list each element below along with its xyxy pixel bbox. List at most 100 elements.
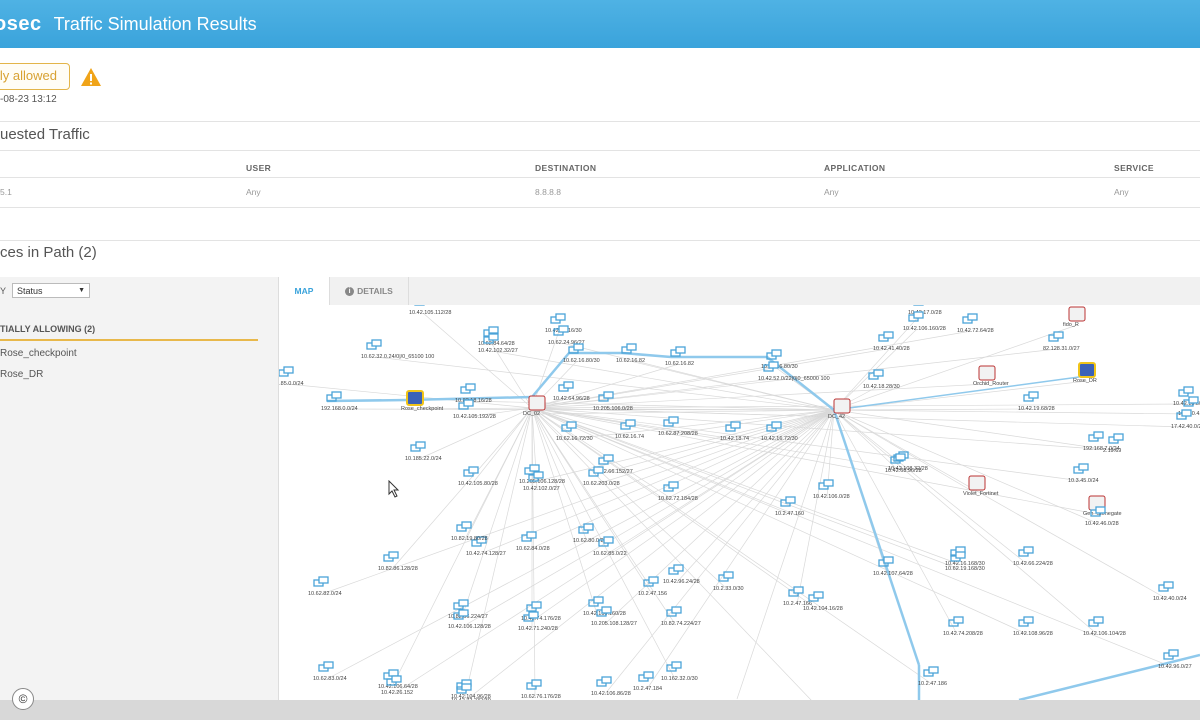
map-node-label: 10.42.106.0/28	[813, 494, 850, 500]
map-node[interactable]: 10.62.16.72/30	[556, 421, 593, 442]
network-map-canvas[interactable]: 10.42.105.112/28 10.42.17.0/2810.42.41.40…	[279, 305, 1200, 700]
warning-icon	[80, 67, 101, 86]
map-node-label: 10.2.47.186	[918, 681, 947, 687]
subnet-icon	[458, 599, 469, 607]
map-link	[833, 409, 1193, 415]
map-node-label: Rose_DR	[1073, 378, 1097, 384]
device-icon[interactable]	[528, 395, 546, 411]
map-node[interactable]: 10.42.106.104/28	[1083, 616, 1126, 637]
map-node[interactable]: Rose_DR	[1073, 362, 1097, 384]
map-node-label: fido_R	[1063, 322, 1079, 328]
tab-map[interactable]: MAP	[279, 277, 330, 305]
timestamp: -08-23 13:12	[0, 94, 57, 105]
brand-logo: osec	[0, 12, 42, 35]
map-node[interactable]: 10.42.19.68/28	[1018, 391, 1055, 412]
map-node[interactable]: 10.42.71.240/28	[518, 611, 558, 632]
map-node[interactable]: 10.42.72.232/30	[451, 683, 491, 700]
device-item-rose-dr[interactable]: Rose_DR	[0, 369, 43, 380]
map-node[interactable]: 10.42.72.64/28	[957, 313, 994, 334]
map-node-label: 10.42.66.224/28	[1013, 561, 1053, 567]
subnet-icon	[388, 669, 399, 677]
subnet-icon	[415, 441, 426, 449]
map-node[interactable]: 10.42.18.28/30	[863, 369, 900, 390]
subnet-icon	[528, 611, 539, 619]
map-node[interactable]: 10.205.108.128/27	[591, 606, 637, 627]
subnet-icon	[671, 661, 682, 669]
map-node-label: 10.82.86.128/28	[378, 566, 418, 572]
map-node[interactable]: 10.42.105.112/28	[409, 305, 451, 316]
map-node-label: 10.42.105.112/28	[409, 310, 451, 316]
map-node[interactable]: 10.185.22.0/24	[405, 441, 442, 462]
subnet-icon	[603, 536, 614, 544]
map-node[interactable]: 10.2.47.184	[633, 671, 662, 692]
map-node[interactable]: 10.42.96.24/28	[663, 564, 700, 585]
subnet-icon	[531, 679, 542, 687]
map-node[interactable]: 10.42.16.80/30	[761, 349, 798, 370]
map-node[interactable]: 10.3.45.0/24	[1068, 463, 1099, 484]
map-node[interactable]: 10.2.47.166	[783, 586, 812, 607]
map-node-label: 10.62.16.74	[615, 434, 644, 440]
map-node[interactable]: 10.205.106.0/28	[593, 391, 633, 412]
subnet-icon	[465, 383, 476, 391]
device-icon[interactable]	[968, 475, 986, 491]
device-item-rose-checkpoint[interactable]: Rose_checkpoint	[0, 348, 77, 359]
map-node[interactable]: fido_R	[1063, 306, 1086, 328]
subnet-icon	[1053, 331, 1064, 339]
map-node-label: 10.2.47.160	[775, 511, 804, 517]
map-node[interactable]: Rose_checkpoint	[401, 390, 444, 412]
map-link	[422, 312, 533, 409]
map-node[interactable]: 10.42.41.40/28	[873, 331, 910, 352]
map-node-label: 17.85.0.0/24	[279, 381, 304, 387]
map-node[interactable]: 10.42.64.96/28	[553, 381, 590, 402]
map-node[interactable]: 10.62.32.0.24/0|/0_65100 100	[361, 339, 434, 360]
map-node[interactable]: 10.42.108.96/28	[1013, 616, 1053, 637]
device-icon[interactable]	[1078, 362, 1096, 378]
device-icon[interactable]	[833, 398, 851, 414]
map-node[interactable]: 10.42.66.224/28	[1013, 546, 1053, 567]
device-icon[interactable]	[1068, 306, 1086, 322]
map-node[interactable]: 10.62.83.0/24	[313, 661, 347, 682]
subnet-icon	[1095, 506, 1106, 514]
app-header: osec Traffic Simulation Results	[0, 0, 1200, 48]
col-destination: DESTINATION	[535, 163, 597, 173]
subnet-icon	[283, 366, 294, 374]
map-node[interactable]: 10.2.33.0/30	[713, 571, 744, 592]
group-by-select[interactable]: Status ▼	[12, 283, 90, 298]
map-node[interactable]: 10.82.19.80/28	[451, 521, 488, 542]
map-node[interactable]: 10.62.82.0/24	[308, 576, 342, 597]
tab-details-label: DETAILS	[357, 286, 393, 296]
map-node[interactable]: 2.19.69	[1103, 433, 1124, 454]
subnet-icon	[967, 313, 978, 321]
subnet-icon	[668, 416, 679, 424]
map-node[interactable]: 82.128.31.0/27	[1043, 331, 1080, 352]
group-by-label: Y	[0, 286, 7, 296]
map-node[interactable]: 10.62.16.74	[615, 419, 644, 440]
map-node[interactable]: Orchid_Router	[973, 365, 1009, 387]
device-icon[interactable]	[978, 365, 996, 381]
map-node[interactable]: 10.42.18.74	[720, 421, 749, 442]
map-node-label: 10.42.108.96/28	[1013, 631, 1053, 637]
map-node-label: 10.42.64.96/28	[553, 396, 590, 402]
group-heading[interactable]: TIALLY ALLOWING (2)	[0, 324, 95, 334]
map-node-label: 10.205.108.128/27	[591, 621, 637, 627]
map-node[interactable]: 17.85.0.0/24	[279, 366, 304, 387]
map-node-label: 10.62.16.82	[616, 358, 645, 364]
subnet-icon	[1181, 409, 1192, 417]
map-node[interactable]: 10.42.40.0/24	[1153, 581, 1187, 602]
map-node[interactable]: 10.42.74.208/28	[943, 616, 983, 637]
info-icon: i	[345, 287, 355, 297]
map-node[interactable]: 10.162.32.0/30	[661, 661, 698, 682]
device-icon[interactable]	[406, 390, 424, 406]
map-node[interactable]: 10.2.47.160	[775, 496, 804, 517]
map-node-label: Violet_Fortinet	[963, 491, 999, 497]
network-map[interactable]: 10.42.105.112/28 10.42.17.0/28 10.42.41.40…	[279, 305, 1200, 700]
map-node-label: 10.42.105.80/28	[458, 481, 498, 487]
map-node-label: 10.42.41.40/28	[873, 346, 910, 352]
divider	[0, 177, 1200, 178]
tab-details[interactable]: i DETAILS	[330, 277, 409, 305]
map-node[interactable]: 10.62.72.184/28	[658, 481, 698, 502]
map-node[interactable]: 10.62.76.176/28	[521, 679, 561, 700]
map-link	[833, 409, 1100, 525]
map-node-label: 10.42.107.64/28	[873, 571, 913, 577]
map-link	[531, 407, 933, 685]
